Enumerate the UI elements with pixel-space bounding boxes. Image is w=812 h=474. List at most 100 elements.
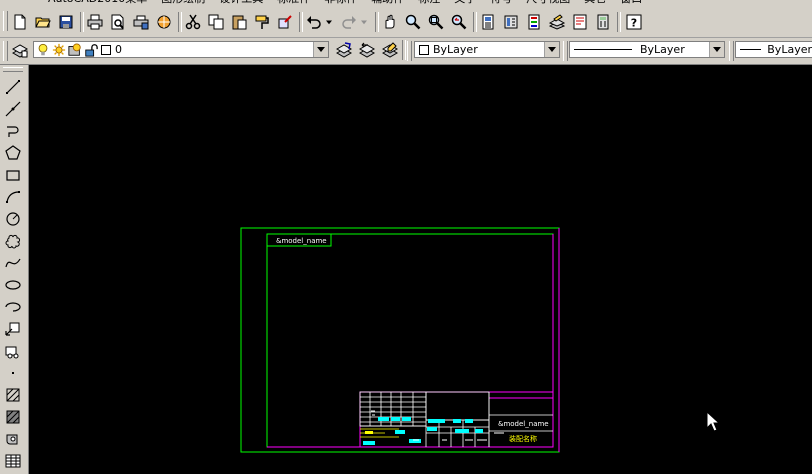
- xline-icon: [5, 101, 21, 116]
- polyline-icon: [7, 125, 19, 137]
- calculator-button[interactable]: [593, 12, 613, 32]
- menu-item[interactable]: 设计工具: [219, 0, 263, 5]
- zoom-realtime-button[interactable]: [403, 12, 423, 32]
- undo-dropdown[interactable]: [323, 12, 335, 32]
- match-properties-button[interactable]: [252, 12, 272, 32]
- ellipse-tool-button[interactable]: [3, 275, 23, 294]
- polygon-icon: [5, 144, 21, 160]
- title-block-cell: [391, 417, 400, 421]
- linetype-value: ByLayer: [640, 43, 685, 56]
- construction-line-button[interactable]: [3, 99, 23, 118]
- point-tool-button[interactable]: [3, 363, 23, 382]
- 3d-dwf-icon: [157, 15, 171, 29]
- menu-items[interactable]: AutoCAD2010菜单 图形绘制 设计工具 标准件 非标件 辅助件 标注 文字 符号 尺寸视图…: [48, 0, 656, 5]
- make-object-layer-current-button[interactable]: [334, 40, 354, 60]
- gradient-tool-button[interactable]: [3, 407, 23, 426]
- undo-icon: [307, 16, 321, 29]
- line-tool-button[interactable]: [3, 77, 23, 96]
- menu-item[interactable]: 图形绘制: [161, 0, 205, 5]
- region-tool-button[interactable]: [3, 429, 23, 448]
- toolbar-grip[interactable]: [3, 41, 8, 61]
- toolbar-grip[interactable]: [3, 67, 23, 72]
- print-button[interactable]: [85, 12, 105, 32]
- help-button[interactable]: ?: [624, 12, 644, 32]
- layer-dropdown[interactable]: 0: [33, 41, 329, 58]
- menu-item[interactable]: 尺寸视图: [526, 0, 570, 5]
- menu-item[interactable]: 非标件: [324, 0, 357, 5]
- print-preview-button[interactable]: [108, 12, 128, 32]
- zoom-previous-button[interactable]: [449, 12, 469, 32]
- redo-button[interactable]: [339, 12, 359, 32]
- magnifier-icon: [405, 14, 421, 30]
- title-block-cell: [475, 429, 483, 433]
- pan-button[interactable]: [380, 12, 400, 32]
- menu-item[interactable]: 窗口: [620, 0, 642, 5]
- new-file-button[interactable]: [10, 12, 30, 32]
- toolbar-grip[interactable]: [3, 11, 8, 31]
- linetype-dropdown[interactable]: ByLayer: [569, 41, 725, 58]
- cut-button[interactable]: [183, 12, 203, 32]
- properties-button[interactable]: [478, 12, 498, 32]
- menu-item[interactable]: 标注: [418, 0, 440, 5]
- menu-item[interactable]: 文字: [454, 0, 476, 5]
- revision-cloud-button[interactable]: [3, 231, 23, 250]
- design-center-button[interactable]: [501, 12, 521, 32]
- separator: [80, 12, 84, 32]
- color-dropdown-arrow[interactable]: [544, 42, 559, 57]
- polyline-tool-button[interactable]: [3, 121, 23, 140]
- thaw-sun-icon: [52, 43, 66, 56]
- design-center-icon: [504, 15, 518, 29]
- publish-button[interactable]: [131, 12, 151, 32]
- paste-icon: [232, 15, 247, 30]
- rectangle-icon: [6, 169, 20, 181]
- layer-previous-button[interactable]: [357, 40, 377, 60]
- arc-tool-button[interactable]: [3, 187, 23, 206]
- color-dropdown[interactable]: ByLayer: [414, 41, 560, 58]
- paste-button[interactable]: [229, 12, 249, 32]
- gradient-icon: [6, 410, 20, 423]
- open-file-button[interactable]: [33, 12, 53, 32]
- lineweight-dropdown[interactable]: ByLayer: [735, 41, 812, 58]
- save-button[interactable]: [56, 12, 76, 32]
- insert-block-button[interactable]: [3, 319, 23, 338]
- spline-tool-button[interactable]: [3, 253, 23, 272]
- undo-button[interactable]: [304, 12, 324, 32]
- hatch-tool-button[interactable]: [3, 385, 23, 404]
- markup-set-button[interactable]: [570, 12, 590, 32]
- table-tool-button[interactable]: [3, 451, 23, 470]
- make-block-button[interactable]: [3, 341, 23, 360]
- toolbar-grip[interactable]: [407, 41, 412, 61]
- rectangle-tool-button[interactable]: [3, 165, 23, 184]
- zoom-window-button[interactable]: [426, 12, 446, 32]
- table-icon: [5, 454, 21, 467]
- redo-dropdown[interactable]: [358, 12, 370, 32]
- make-block-icon: [5, 346, 19, 358]
- hatch-icon: [6, 388, 20, 401]
- calculator-icon: [597, 14, 609, 30]
- menu-item[interactable]: AutoCAD2010菜单: [48, 0, 147, 5]
- menu-item[interactable]: 其它: [584, 0, 606, 5]
- copy-button[interactable]: [206, 12, 226, 32]
- linetype-dropdown-arrow[interactable]: [709, 42, 724, 57]
- layer-dropdown-arrow[interactable]: [313, 42, 328, 57]
- menu-item[interactable]: 辅助件: [371, 0, 404, 5]
- toolbar-grip[interactable]: [729, 41, 734, 61]
- 3d-publish-button[interactable]: [154, 12, 174, 32]
- polygon-tool-button[interactable]: [3, 143, 23, 162]
- toolbar-grip[interactable]: [563, 41, 568, 61]
- ellipse-arc-tool-button[interactable]: [3, 297, 23, 316]
- menu-item[interactable]: 标准件: [277, 0, 310, 5]
- sheet-set-button[interactable]: [547, 12, 567, 32]
- point-icon: [12, 371, 14, 374]
- title-block[interactable]: &model_name 装配名称: [359, 391, 554, 448]
- layer-color-swatch: [101, 44, 111, 55]
- menu-item[interactable]: 符号: [490, 0, 512, 5]
- tool-palettes-button[interactable]: [524, 12, 544, 32]
- model-name-tag-text: &model_name: [276, 237, 327, 245]
- layer-properties-manager-button[interactable]: [10, 40, 30, 60]
- save-icon: [59, 15, 73, 29]
- drawing-canvas[interactable]: &model_name &model_name 装配名称: [29, 65, 812, 474]
- circle-tool-button[interactable]: [3, 209, 23, 228]
- layer-states-button[interactable]: [380, 40, 400, 60]
- block-editor-button[interactable]: [275, 12, 295, 32]
